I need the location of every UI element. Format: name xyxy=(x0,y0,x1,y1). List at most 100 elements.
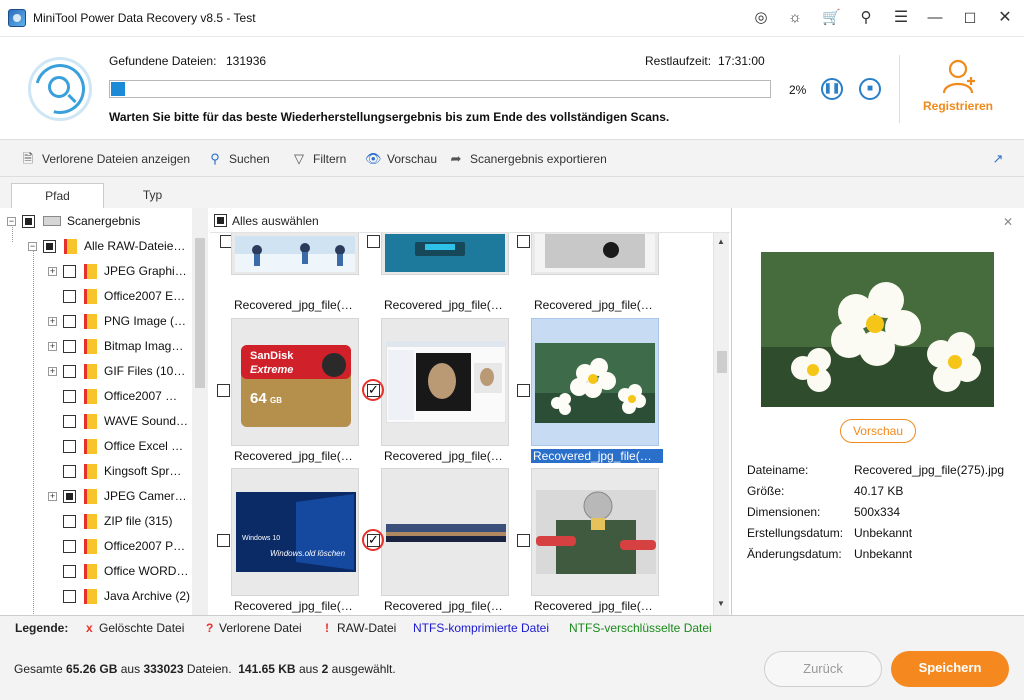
key-icon[interactable]: ⚲ xyxy=(857,9,875,27)
thumbnail-name[interactable]: Recovered_jpg_file(… xyxy=(234,599,366,613)
preview-open-button[interactable]: Vorschau xyxy=(840,419,916,443)
collapse-icon[interactable]: − xyxy=(7,216,16,226)
tree-checkbox[interactable] xyxy=(63,339,76,353)
preview-button[interactable]: 👁 Vorschau xyxy=(365,151,437,167)
file-checkbox[interactable] xyxy=(367,235,380,248)
thumbnail-name-selected[interactable]: Recovered_jpg_file(… xyxy=(531,449,663,463)
tree-item[interactable]: + Bitmap Imag… xyxy=(48,336,183,356)
thumbnail-tile[interactable] xyxy=(531,468,659,596)
tree-scrollbar[interactable] xyxy=(192,208,208,615)
tree-item-raw-files[interactable]: − Alle RAW-Dateie… xyxy=(28,236,185,256)
tree-item[interactable]: + GIF Files (10… xyxy=(48,361,185,381)
thumbnail-tile[interactable] xyxy=(531,233,659,275)
tree-checkbox[interactable] xyxy=(63,564,76,578)
search-button[interactable]: ⚲ Suchen xyxy=(207,151,269,167)
thumbnail-name[interactable]: Recovered_jpg_file(… xyxy=(234,449,366,463)
menu-icon[interactable]: ☰ xyxy=(892,9,910,27)
stop-button[interactable]: ■ xyxy=(859,78,881,100)
legend-ntfs-compressed: NTFS-komprimierte Datei xyxy=(413,621,550,635)
tree-item[interactable]: Office2007 E… xyxy=(48,286,185,306)
file-checkbox[interactable] xyxy=(217,534,230,547)
tree-item[interactable]: Office2007 … xyxy=(48,386,177,406)
maximize-icon[interactable]: ☐ xyxy=(961,9,979,27)
tree-checkbox[interactable] xyxy=(63,589,76,603)
tree-checkbox[interactable] xyxy=(63,439,76,453)
cart-icon[interactable]: 🛒 xyxy=(822,9,841,27)
thumbnail-tile[interactable] xyxy=(381,233,509,275)
close-icon[interactable]: ✕ xyxy=(996,9,1014,27)
tree-checkbox[interactable] xyxy=(63,389,76,403)
thumbnail-tile-selected[interactable] xyxy=(531,318,659,446)
select-all-checkbox[interactable] xyxy=(214,214,227,227)
tree-item[interactable]: + JPEG Graphi… xyxy=(48,261,187,281)
close-icon[interactable]: ✕ xyxy=(1003,215,1013,229)
tree-checkbox[interactable] xyxy=(63,489,76,503)
tree-checkbox[interactable] xyxy=(63,364,76,378)
expand-icon[interactable]: + xyxy=(48,366,57,376)
save-button[interactable]: Speichern xyxy=(891,651,1009,687)
tree-item[interactable]: + PNG Image (… xyxy=(48,311,186,331)
minimize-icon[interactable]: — xyxy=(926,9,944,27)
export-scan-button[interactable]: ➦ Scanergebnis exportieren xyxy=(448,151,607,167)
tree-checkbox[interactable] xyxy=(22,214,35,228)
tab-type[interactable]: Typ xyxy=(106,183,199,208)
thumbnail-tile[interactable]: Windows 10 Windows.old löschen xyxy=(231,468,359,596)
tree-checkbox[interactable] xyxy=(63,414,76,428)
tree-checkbox[interactable] xyxy=(63,539,76,553)
expand-icon[interactable]: + xyxy=(48,316,57,326)
tree-checkbox[interactable] xyxy=(63,289,76,303)
scan-progress-bar xyxy=(109,80,771,98)
tree-checkbox[interactable] xyxy=(63,464,76,478)
tree-item[interactable]: Office Excel … xyxy=(48,436,183,456)
back-button[interactable]: Zurück xyxy=(764,651,882,687)
thumbnail-tile[interactable] xyxy=(381,318,509,446)
thumbnail-tile[interactable]: SanDisk Extreme 64 GB xyxy=(231,318,359,446)
tree-checkbox[interactable] xyxy=(63,514,76,528)
thumbnail-tile[interactable] xyxy=(231,233,359,275)
scroll-up-icon[interactable]: ▲ xyxy=(717,237,725,246)
window-title: MiniTool Power Data Recovery v8.5 - Test xyxy=(33,11,256,25)
toolbar: 🗎 Verlorene Dateien anzeigen ⚲ Suchen ▽ Fil… xyxy=(0,139,1024,177)
register-button[interactable]: Registrieren xyxy=(915,57,1001,121)
tree-item[interactable]: Kingsoft Spr… xyxy=(48,461,181,481)
tree-checkbox[interactable] xyxy=(43,239,56,253)
thumbnail-tile[interactable] xyxy=(381,468,509,596)
collapse-icon[interactable]: − xyxy=(28,241,37,251)
tree-item[interactable]: Office2007 P… xyxy=(48,536,185,556)
expand-icon[interactable]: + xyxy=(48,341,57,351)
file-checkbox[interactable] xyxy=(517,235,530,248)
thumbnail-name[interactable]: Recovered_jpg_file(… xyxy=(384,599,516,613)
laptop-image xyxy=(535,234,655,272)
tree-item[interactable]: Java Archive (2) xyxy=(48,586,190,606)
expand-icon[interactable]: + xyxy=(48,491,57,501)
tree-item[interactable]: ZIP file (315) xyxy=(48,511,172,531)
thumbnail-name[interactable]: Recovered_jpg_file(… xyxy=(384,449,516,463)
filter-button[interactable]: ▽ Filtern xyxy=(291,151,346,167)
tree-item[interactable]: + JPEG Camer… xyxy=(48,486,187,506)
scroll-down-icon[interactable]: ▼ xyxy=(717,599,725,608)
tree-checkbox[interactable] xyxy=(63,264,76,278)
file-checkbox[interactable] xyxy=(517,384,530,397)
thumbnail-name[interactable]: Recovered_jpg_file(… xyxy=(534,298,666,312)
tab-path[interactable]: Pfad xyxy=(11,183,104,208)
thumbnail-name[interactable]: Recovered_jpg_file(… xyxy=(384,298,516,312)
thumbnail-name[interactable]: Recovered_jpg_file(… xyxy=(234,298,366,312)
show-lost-files-button[interactable]: 🗎 Verlorene Dateien anzeigen xyxy=(20,151,190,167)
file-checkbox[interactable] xyxy=(367,382,380,398)
tree-item[interactable]: Office WORD… xyxy=(48,561,188,581)
file-checkbox[interactable] xyxy=(217,384,230,397)
thumbnail-name[interactable]: Recovered_jpg_file(… xyxy=(534,599,666,613)
pause-button[interactable]: ❚❚ xyxy=(821,78,843,100)
share-button[interactable]: ↗ xyxy=(990,151,1006,167)
file-checkbox[interactable] xyxy=(517,534,530,547)
expand-icon[interactable]: + xyxy=(48,266,57,276)
tree-checkbox[interactable] xyxy=(63,314,76,328)
disc-icon[interactable]: ◎ xyxy=(752,9,770,27)
tree-item[interactable]: WAVE Sound… xyxy=(48,411,188,431)
selected-size: 141.65 KB xyxy=(238,662,296,676)
grid-scrollbar[interactable]: ▲ ▼ xyxy=(713,233,729,615)
tree-root-scan-result[interactable]: − Scanergebnis xyxy=(7,211,140,231)
headset-icon[interactable]: ☼ xyxy=(786,9,804,27)
scrollbar-thumb[interactable] xyxy=(717,351,727,373)
file-checkbox[interactable] xyxy=(367,532,380,548)
